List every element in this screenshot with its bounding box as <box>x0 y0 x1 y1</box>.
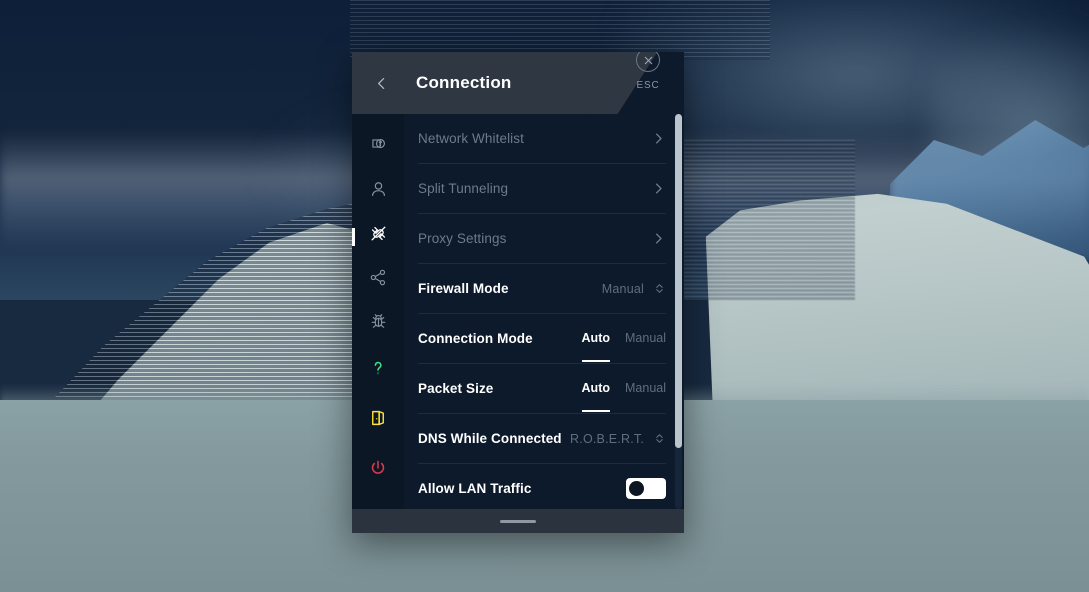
chevron-updown-icon[interactable] <box>653 432 666 445</box>
sidebar-item-account[interactable] <box>352 168 404 212</box>
sidebar-item-general[interactable] <box>352 124 404 168</box>
sidebar-item-power[interactable] <box>352 443 404 493</box>
background-streak-artifact <box>655 140 855 300</box>
setting-row-connection-mode[interactable]: Connection Mode Auto Manual <box>418 314 666 364</box>
location-pin-icon <box>369 136 388 155</box>
connection-mode-option-manual[interactable]: Manual <box>625 331 666 347</box>
setting-row-firewall-mode[interactable]: Firewall Mode Manual <box>418 264 666 314</box>
packet-size-option-manual[interactable]: Manual <box>625 381 666 397</box>
connection-mode-segmented: Auto Manual <box>581 331 666 362</box>
question-mark-icon <box>369 359 387 377</box>
setting-row-dns-while-connected[interactable]: DNS While Connected R.O.B.E.R.T. <box>418 414 666 464</box>
row-control[interactable]: Manual <box>602 282 666 296</box>
row-control <box>651 231 666 246</box>
page-title: Connection <box>416 73 512 92</box>
setting-label: Proxy Settings <box>418 231 507 246</box>
chevron-right-icon[interactable] <box>651 231 666 246</box>
setting-label: Network Whitelist <box>418 131 524 146</box>
setting-row-allow-lan-traffic[interactable]: Allow LAN Traffic <box>418 464 666 509</box>
firewall-mode-value: Manual <box>601 281 644 296</box>
rail-bottom-group <box>352 343 404 509</box>
setting-label: Split Tunneling <box>418 181 509 196</box>
scrollbar-thumb[interactable] <box>675 114 682 448</box>
panel-header-row: Connection <box>352 52 512 114</box>
packet-size-option-auto[interactable]: Auto <box>581 381 611 412</box>
packet-size-segmented: Auto Manual <box>581 381 666 412</box>
close-x-icon <box>636 52 660 72</box>
sidebar-rail <box>352 52 404 509</box>
setting-label: Firewall Mode <box>418 281 509 296</box>
share-nodes-icon <box>369 268 388 287</box>
dns-value: R.O.B.E.R.T. <box>570 431 644 446</box>
esc-label: ESC <box>636 80 660 91</box>
user-icon <box>369 180 388 199</box>
sidebar-item-advanced[interactable] <box>352 299 404 343</box>
esc-close-button[interactable]: ESC <box>620 52 676 91</box>
setting-row-proxy-settings[interactable]: Proxy Settings <box>418 214 666 264</box>
bug-icon <box>369 312 388 331</box>
setting-label: Allow LAN Traffic <box>418 481 532 496</box>
power-icon <box>369 459 387 477</box>
background-streak-artifact <box>350 0 770 60</box>
plug-disconnect-icon <box>369 224 388 243</box>
panel-body: Network Whitelist Split Tunneling Proxy … <box>352 52 684 509</box>
chevron-updown-icon[interactable] <box>653 282 666 295</box>
row-control <box>651 181 666 196</box>
chevron-right-icon[interactable] <box>651 181 666 196</box>
setting-label: Connection Mode <box>418 331 533 346</box>
toggle-knob <box>629 481 644 496</box>
chevron-left-icon <box>373 75 390 92</box>
resize-grab-handle[interactable] <box>500 519 536 523</box>
panel-footer <box>352 509 684 533</box>
setting-label: DNS While Connected <box>418 431 562 446</box>
row-control <box>651 131 666 146</box>
settings-panel: Network Whitelist Split Tunneling Proxy … <box>352 52 684 533</box>
setting-row-split-tunneling[interactable]: Split Tunneling <box>418 164 666 214</box>
connection-mode-option-auto[interactable]: Auto <box>581 331 611 362</box>
exit-door-icon <box>369 409 387 427</box>
sidebar-item-connection[interactable] <box>352 212 404 256</box>
setting-row-packet-size[interactable]: Packet Size Auto Manual <box>418 364 666 414</box>
row-control[interactable]: R.O.B.E.R.T. <box>570 432 666 446</box>
sidebar-item-help[interactable] <box>352 343 404 393</box>
settings-list: Network Whitelist Split Tunneling Proxy … <box>404 114 684 509</box>
allow-lan-traffic-toggle[interactable] <box>626 478 666 499</box>
desktop-background: Network Whitelist Split Tunneling Proxy … <box>0 0 1089 592</box>
setting-label: Packet Size <box>418 381 494 396</box>
settings-content: Network Whitelist Split Tunneling Proxy … <box>404 52 684 509</box>
chevron-right-icon[interactable] <box>651 131 666 146</box>
back-button[interactable] <box>365 67 397 99</box>
sidebar-item-network-sharing[interactable] <box>352 255 404 299</box>
sidebar-item-logout-door[interactable] <box>352 393 404 443</box>
setting-row-network-whitelist[interactable]: Network Whitelist <box>418 114 666 164</box>
